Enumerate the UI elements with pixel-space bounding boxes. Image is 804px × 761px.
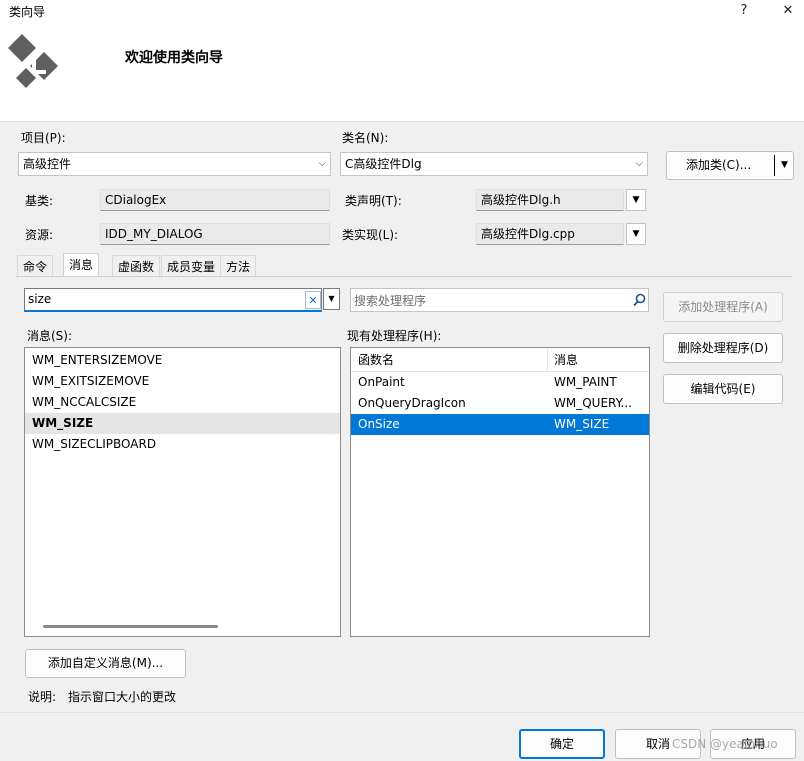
- description-text: 指示窗口大小的更改: [68, 690, 177, 704]
- cell-function: OnSize: [358, 417, 400, 431]
- classname-label: 类名(N):: [342, 131, 389, 145]
- table-row[interactable]: OnQueryDragIcon WM_QUERY...: [351, 393, 649, 414]
- base-class-value: CDialogEx: [105, 193, 167, 207]
- handlers-label: 现有处理程序(H):: [347, 329, 442, 343]
- chevron-down-icon: ▼: [632, 195, 640, 205]
- class-decl-dropdown[interactable]: ▼: [626, 189, 646, 211]
- tab-commands[interactable]: 命令: [17, 255, 54, 277]
- add-class-label: 添加类(C)...: [686, 158, 752, 172]
- window-title: 类向导: [9, 5, 46, 19]
- title-bar: 类向导 ? ✕: [0, 0, 804, 22]
- table-row-selected[interactable]: OnSize WM_SIZE: [351, 414, 649, 435]
- grid-header: 函数名 消息: [351, 348, 649, 372]
- base-class-field: CDialogEx: [100, 189, 330, 211]
- column-divider: [547, 348, 548, 372]
- page-title: 欢迎使用类向导: [125, 50, 223, 66]
- filter-value: size: [28, 292, 52, 306]
- class-decl-field: 高级控件Dlg.h: [476, 189, 624, 211]
- column-header-message[interactable]: 消息: [554, 348, 578, 372]
- class-impl-dropdown[interactable]: ▼: [626, 223, 646, 245]
- resource-label: 资源:: [25, 228, 54, 242]
- description-label: 说明:: [28, 690, 57, 704]
- class-impl-field: 高级控件Dlg.cpp: [476, 223, 624, 245]
- resource-field: IDD_MY_DIALOG: [100, 223, 330, 245]
- footer-divider: [0, 712, 804, 713]
- chevron-down-icon: ▼: [328, 294, 335, 303]
- project-label: 项目(P):: [21, 131, 66, 145]
- help-button[interactable]: ?: [722, 0, 766, 22]
- messages-list[interactable]: WM_ENTERSIZEMOVE WM_EXITSIZEMOVE WM_NCCA…: [24, 347, 341, 637]
- handlers-grid[interactable]: 函数名 消息 OnPaint WM_PAINT OnQueryDragIcon …: [350, 347, 650, 637]
- list-item[interactable]: WM_NCCALCSIZE: [25, 392, 340, 413]
- close-button[interactable]: ✕: [766, 0, 804, 22]
- project-combo[interactable]: 高级控件 ⌵: [18, 152, 331, 176]
- class-impl-label: 类实现(L):: [342, 228, 399, 242]
- column-header-function[interactable]: 函数名: [358, 348, 394, 372]
- table-row[interactable]: OnPaint WM_PAINT: [351, 372, 649, 393]
- class-decl-value: 高级控件Dlg.h: [481, 193, 561, 207]
- chevron-down-icon: ⌵: [635, 158, 643, 169]
- handler-search-input[interactable]: 搜索处理程序: [350, 288, 649, 312]
- class-impl-value: 高级控件Dlg.cpp: [481, 227, 575, 241]
- message-filter-input[interactable]: size ✕: [24, 288, 322, 312]
- resource-value: IDD_MY_DIALOG: [105, 227, 203, 241]
- chevron-down-icon[interactable]: ▼: [781, 152, 788, 179]
- list-item-selected[interactable]: WM_SIZE: [25, 413, 340, 434]
- project-value: 高级控件: [23, 157, 72, 171]
- tab-virtual-functions[interactable]: 虚函数: [112, 255, 161, 277]
- chevron-down-icon: ▼: [632, 229, 640, 239]
- filter-dropdown[interactable]: ▼: [323, 288, 340, 310]
- tab-member-variables[interactable]: 成员变量: [161, 255, 222, 277]
- chevron-down-icon: ⌵: [318, 158, 326, 169]
- wizard-header: 欢迎使用类向导: [0, 22, 804, 122]
- cell-function: OnPaint: [358, 375, 405, 389]
- list-item[interactable]: WM_ENTERSIZEMOVE: [25, 350, 340, 371]
- horizontal-scrollbar[interactable]: [43, 625, 218, 628]
- cell-message: WM_PAINT: [554, 375, 617, 389]
- watermark-text: CSDN @yeaInhuo: [672, 737, 778, 751]
- cell-message: WM_QUERY...: [554, 396, 632, 410]
- delete-handler-button[interactable]: 删除处理程序(D): [663, 333, 783, 363]
- add-handler-button[interactable]: 添加处理程序(A): [663, 292, 783, 322]
- split-divider: [774, 155, 775, 176]
- class-wizard-icon: [8, 34, 58, 88]
- ok-button[interactable]: 确定: [519, 729, 605, 759]
- base-class-label: 基类:: [25, 194, 54, 208]
- classname-combo[interactable]: C高级控件Dlg ⌵: [340, 152, 648, 176]
- clear-icon[interactable]: ✕: [305, 291, 321, 309]
- search-placeholder: 搜索处理程序: [354, 294, 427, 308]
- tab-methods[interactable]: 方法: [220, 255, 257, 277]
- list-item[interactable]: WM_EXITSIZEMOVE: [25, 371, 340, 392]
- list-item[interactable]: WM_SIZECLIPBOARD: [25, 434, 340, 455]
- messages-label: 消息(S):: [27, 329, 73, 343]
- tab-divider: [16, 276, 792, 277]
- tab-messages[interactable]: 消息: [63, 253, 100, 277]
- classname-value: C高级控件Dlg: [345, 157, 422, 171]
- edit-code-button[interactable]: 编辑代码(E): [663, 374, 783, 404]
- search-icon[interactable]: [633, 293, 646, 307]
- cell-message: WM_SIZE: [554, 417, 610, 431]
- cell-function: OnQueryDragIcon: [358, 396, 466, 410]
- class-decl-label: 类声明(T):: [345, 194, 402, 208]
- add-class-button[interactable]: 添加类(C)... ▼: [666, 151, 794, 180]
- add-custom-message-button[interactable]: 添加自定义消息(M)...: [25, 649, 186, 678]
